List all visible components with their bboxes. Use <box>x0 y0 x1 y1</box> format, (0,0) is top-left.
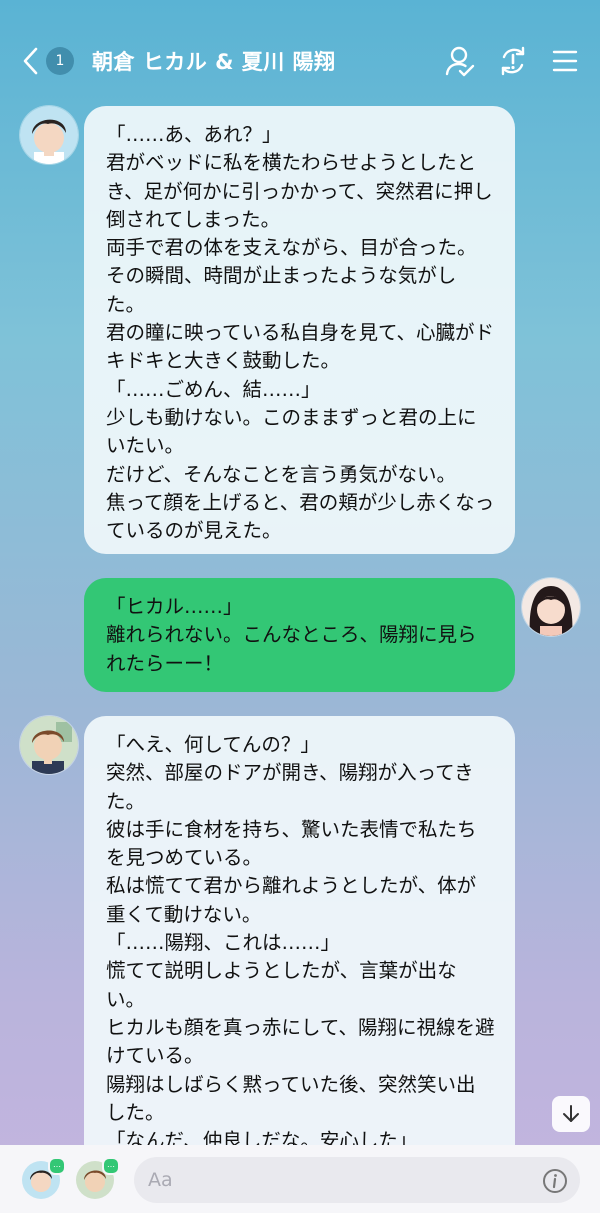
avatar-me[interactable] <box>522 578 580 636</box>
avatar-hikaru[interactable] <box>20 106 78 164</box>
avatar-haruto[interactable] <box>20 716 78 774</box>
menu-icon[interactable] <box>548 44 582 78</box>
typing-indicator: … <box>102 1157 120 1175</box>
arrow-down-icon <box>563 1105 579 1122</box>
person-check-icon[interactable] <box>442 44 476 78</box>
chat-title[interactable]: 朝倉 ヒカル & 夏川 陽翔 <box>92 46 336 76</box>
message-input-bar: … … <box>0 1145 600 1213</box>
chevron-left-icon[interactable] <box>14 44 48 78</box>
sync-alert-icon[interactable] <box>496 44 530 78</box>
message-input[interactable] <box>134 1157 580 1203</box>
message-bubble[interactable]: 「……あ、あれ？」 君がベッドに私を横たわらせようとしたとき、足が何かに引っかか… <box>84 106 515 554</box>
info-icon[interactable] <box>542 1168 568 1194</box>
message-bubble[interactable]: 「へえ、何してんの？」 突然、部屋のドアが開き、陽翔が入ってきた。 彼は手に食材… <box>84 716 515 1186</box>
chat-header: 1 朝倉 ヒカル & 夏川 陽翔 <box>0 0 600 122</box>
unread-count-badge[interactable]: 1 <box>46 47 74 75</box>
message-bubble[interactable]: 「ヒカル……」 離れられない。こんなところ、陽翔に見られたらーー！ <box>84 578 515 692</box>
scroll-to-bottom-button[interactable] <box>552 1096 590 1132</box>
typing-indicator: … <box>48 1157 66 1175</box>
